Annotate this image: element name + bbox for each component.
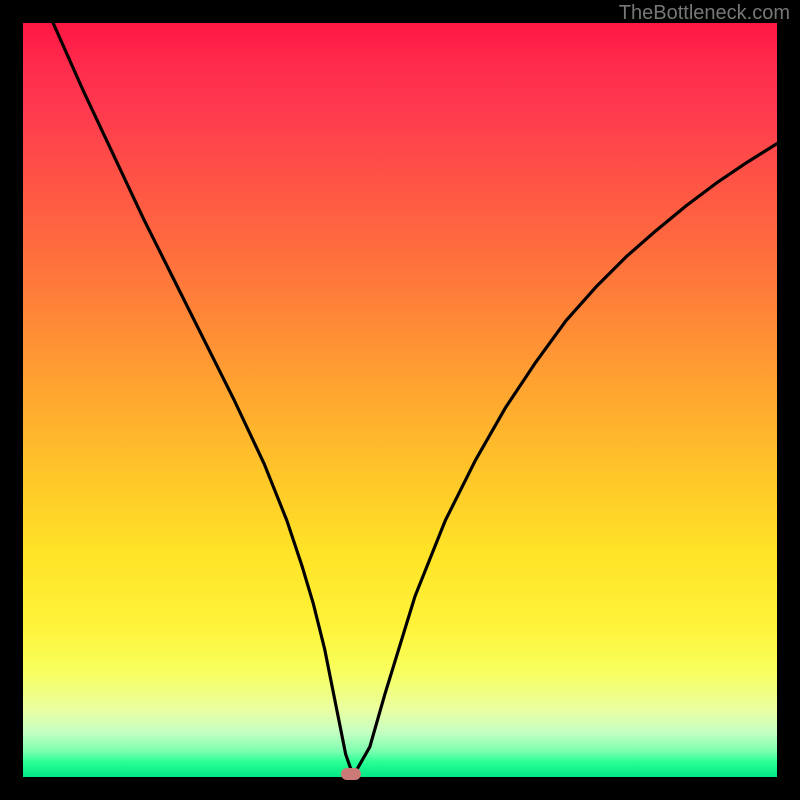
watermark-text: TheBottleneck.com <box>619 2 790 25</box>
plot-area <box>23 23 777 777</box>
bottleneck-curve <box>23 23 777 777</box>
chart-frame: TheBottleneck.com <box>0 0 800 800</box>
minimum-marker <box>341 768 361 780</box>
